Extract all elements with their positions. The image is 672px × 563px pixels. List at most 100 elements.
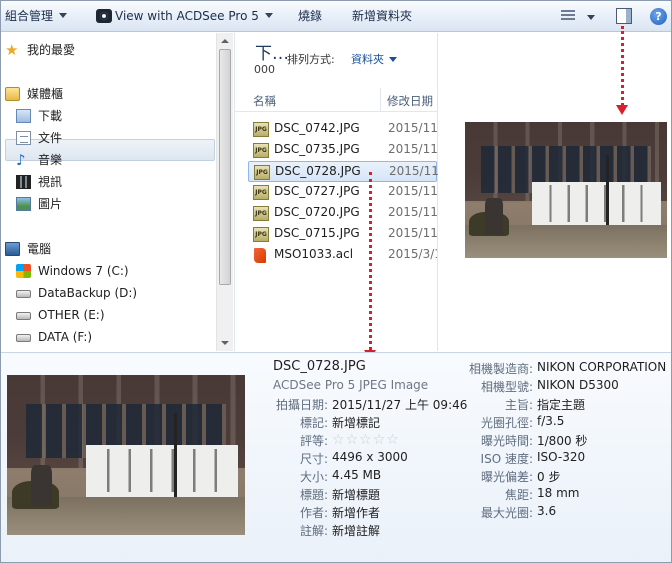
- scroll-up-icon[interactable]: [221, 39, 229, 43]
- property-value[interactable]: 新增標記: [332, 414, 380, 431]
- property-label: 光圈孔徑:: [480, 416, 533, 430]
- open-with-label: View with ACDSee Pro 5: [115, 9, 259, 23]
- property-label: 焦距:: [504, 488, 533, 502]
- annotation-arrow-line: [621, 26, 624, 106]
- drive-label: Windows 7 (C:): [38, 264, 129, 278]
- details-filetype: ACDSee Pro 5 JPEG Image: [273, 378, 429, 392]
- property-label: 尺寸:: [299, 452, 328, 466]
- column-date-header[interactable]: 修改日期: [387, 93, 433, 109]
- change-view-icon[interactable]: [561, 10, 575, 22]
- navigation-pane: ★ 我的最愛 媒體櫃 下載 文件 ♪ 音樂 視訊 圖片 電腦 Windows 7…: [1, 33, 233, 351]
- property-value[interactable]: f/3.5: [537, 414, 564, 428]
- file-row[interactable]: JPG DSC_0715.JPG 2015/11/: [248, 224, 437, 245]
- property-label: 標題:: [299, 488, 328, 502]
- pictures-icon: [16, 197, 31, 211]
- chevron-down-icon: [264, 13, 273, 18]
- burn-button[interactable]: 燒錄: [298, 1, 322, 32]
- file-date: 2015/3/1: [388, 247, 437, 261]
- file-name: DSC_0735.JPG: [274, 142, 360, 156]
- property-value[interactable]: 新增標題: [332, 486, 380, 503]
- star-icon[interactable]: ☆: [373, 432, 386, 448]
- property-value[interactable]: 3.6: [537, 504, 556, 518]
- property-label: 主旨:: [504, 398, 533, 412]
- view-options-chevron-icon[interactable]: [587, 15, 595, 20]
- column-divider[interactable]: [380, 88, 381, 112]
- annotation-arrow-line: [369, 172, 372, 350]
- property-value[interactable]: 0 步: [537, 468, 560, 485]
- star-icon[interactable]: ☆: [332, 432, 345, 448]
- open-with-button[interactable]: View with ACDSee Pro 5: [115, 1, 273, 32]
- sidebar-item-label: 圖片: [38, 197, 63, 211]
- star-icon[interactable]: ☆: [359, 432, 372, 448]
- star-icon[interactable]: ☆: [386, 432, 399, 448]
- file-name: DSC_0727.JPG: [274, 184, 360, 198]
- file-name: MSO1033.acl: [274, 247, 354, 261]
- new-folder-button[interactable]: 新增資料夾: [352, 1, 412, 32]
- property-value[interactable]: NIKON CORPORATION: [537, 360, 666, 374]
- scroll-down-icon[interactable]: [221, 341, 229, 345]
- drive-label: DATA (F:): [38, 330, 93, 344]
- acdsee-icon: [96, 9, 112, 23]
- star-icon[interactable]: ☆: [346, 432, 359, 448]
- chevron-down-icon: [59, 13, 68, 18]
- property-value[interactable]: 2015/11/27 上午 09:46: [332, 396, 467, 413]
- file-row[interactable]: JPG DSC_0728.JPG 2015/11/: [248, 161, 438, 182]
- sidebar-item-label: 視訊: [38, 175, 63, 189]
- file-row[interactable]: JPG DSC_0727.JPG 2015/11/: [248, 182, 437, 203]
- file-date: 2015/11/: [388, 184, 437, 198]
- property-value[interactable]: 新增作者: [332, 504, 380, 521]
- property-label: 曝光偏差:: [480, 470, 533, 484]
- property-label: 大小:: [299, 470, 328, 484]
- jpg-file-icon: JPG: [253, 227, 269, 242]
- details-pane: DSC_0728.JPG ACDSee Pro 5 JPEG Image 拍攝日…: [1, 352, 671, 562]
- drive-label: DataBackup (D:): [38, 286, 138, 300]
- arrange-by-label: 排列方式:: [287, 53, 335, 66]
- music-icon: ♪: [16, 151, 26, 169]
- preview-pane: [439, 33, 671, 351]
- scroll-thumb[interactable]: [219, 49, 231, 285]
- computer-icon: [5, 242, 20, 256]
- property-label: 相機型號:: [480, 380, 533, 394]
- nav-scrollbar[interactable]: [216, 33, 233, 351]
- property-value[interactable]: NIKON D5300: [537, 378, 619, 392]
- property-value[interactable]: 新增註解: [332, 522, 380, 539]
- organize-button[interactable]: 組合管理: [5, 1, 68, 32]
- property-value[interactable]: 1/800 秒: [537, 432, 587, 449]
- arrange-by-dropdown[interactable]: 資料夾: [351, 51, 397, 67]
- property-value[interactable]: 4.45 MB: [332, 468, 381, 482]
- file-row[interactable]: JPG DSC_0735.JPG 2015/11/: [248, 140, 437, 161]
- organize-label: 組合管理: [5, 9, 54, 23]
- nav-favorites-label: 我的最愛: [27, 43, 76, 57]
- jpg-file-icon: JPG: [253, 206, 269, 221]
- office-file-icon: [253, 248, 269, 263]
- file-row[interactable]: JPG DSC_0742.JPG 2015/11/: [248, 119, 437, 140]
- arrange-by-value: 資料夾: [351, 53, 384, 66]
- hard-drive-icon: [16, 290, 31, 298]
- nav-selection-highlight: [5, 139, 215, 161]
- property-value[interactable]: 18 mm: [537, 486, 579, 500]
- property-label: 註解:: [299, 524, 328, 538]
- property-value[interactable]: ISO-320: [537, 450, 585, 464]
- jpg-file-icon: JPG: [254, 165, 270, 180]
- preview-image: [465, 122, 667, 258]
- hard-drive-icon: [16, 312, 31, 320]
- details-filename: DSC_0728.JPG: [273, 359, 366, 374]
- file-name: DSC_0720.JPG: [274, 205, 360, 219]
- property-value[interactable]: 指定主題: [537, 396, 585, 413]
- column-header: 名稱 修改日期: [235, 88, 437, 112]
- sidebar-item-label: 下載: [38, 109, 63, 123]
- property-value[interactable]: 4496 x 3000: [332, 450, 408, 464]
- column-name-header[interactable]: 名稱: [253, 93, 276, 109]
- file-row[interactable]: JPG DSC_0720.JPG 2015/11/: [248, 203, 437, 224]
- nav-libraries-label: 媒體櫃: [27, 87, 64, 101]
- preview-pane-toggle-icon[interactable]: [616, 8, 632, 24]
- file-date: 2015/11/: [388, 121, 437, 135]
- chevron-down-icon: [389, 56, 397, 62]
- video-icon: [16, 175, 31, 189]
- jpg-file-icon: JPG: [253, 122, 269, 137]
- rating-stars[interactable]: ☆☆☆☆☆: [332, 432, 400, 448]
- file-row[interactable]: MSO1033.acl 2015/3/1: [248, 245, 437, 266]
- property-label: 評等:: [299, 434, 328, 448]
- help-icon[interactable]: ?: [650, 8, 667, 25]
- jpg-file-icon: JPG: [253, 143, 269, 158]
